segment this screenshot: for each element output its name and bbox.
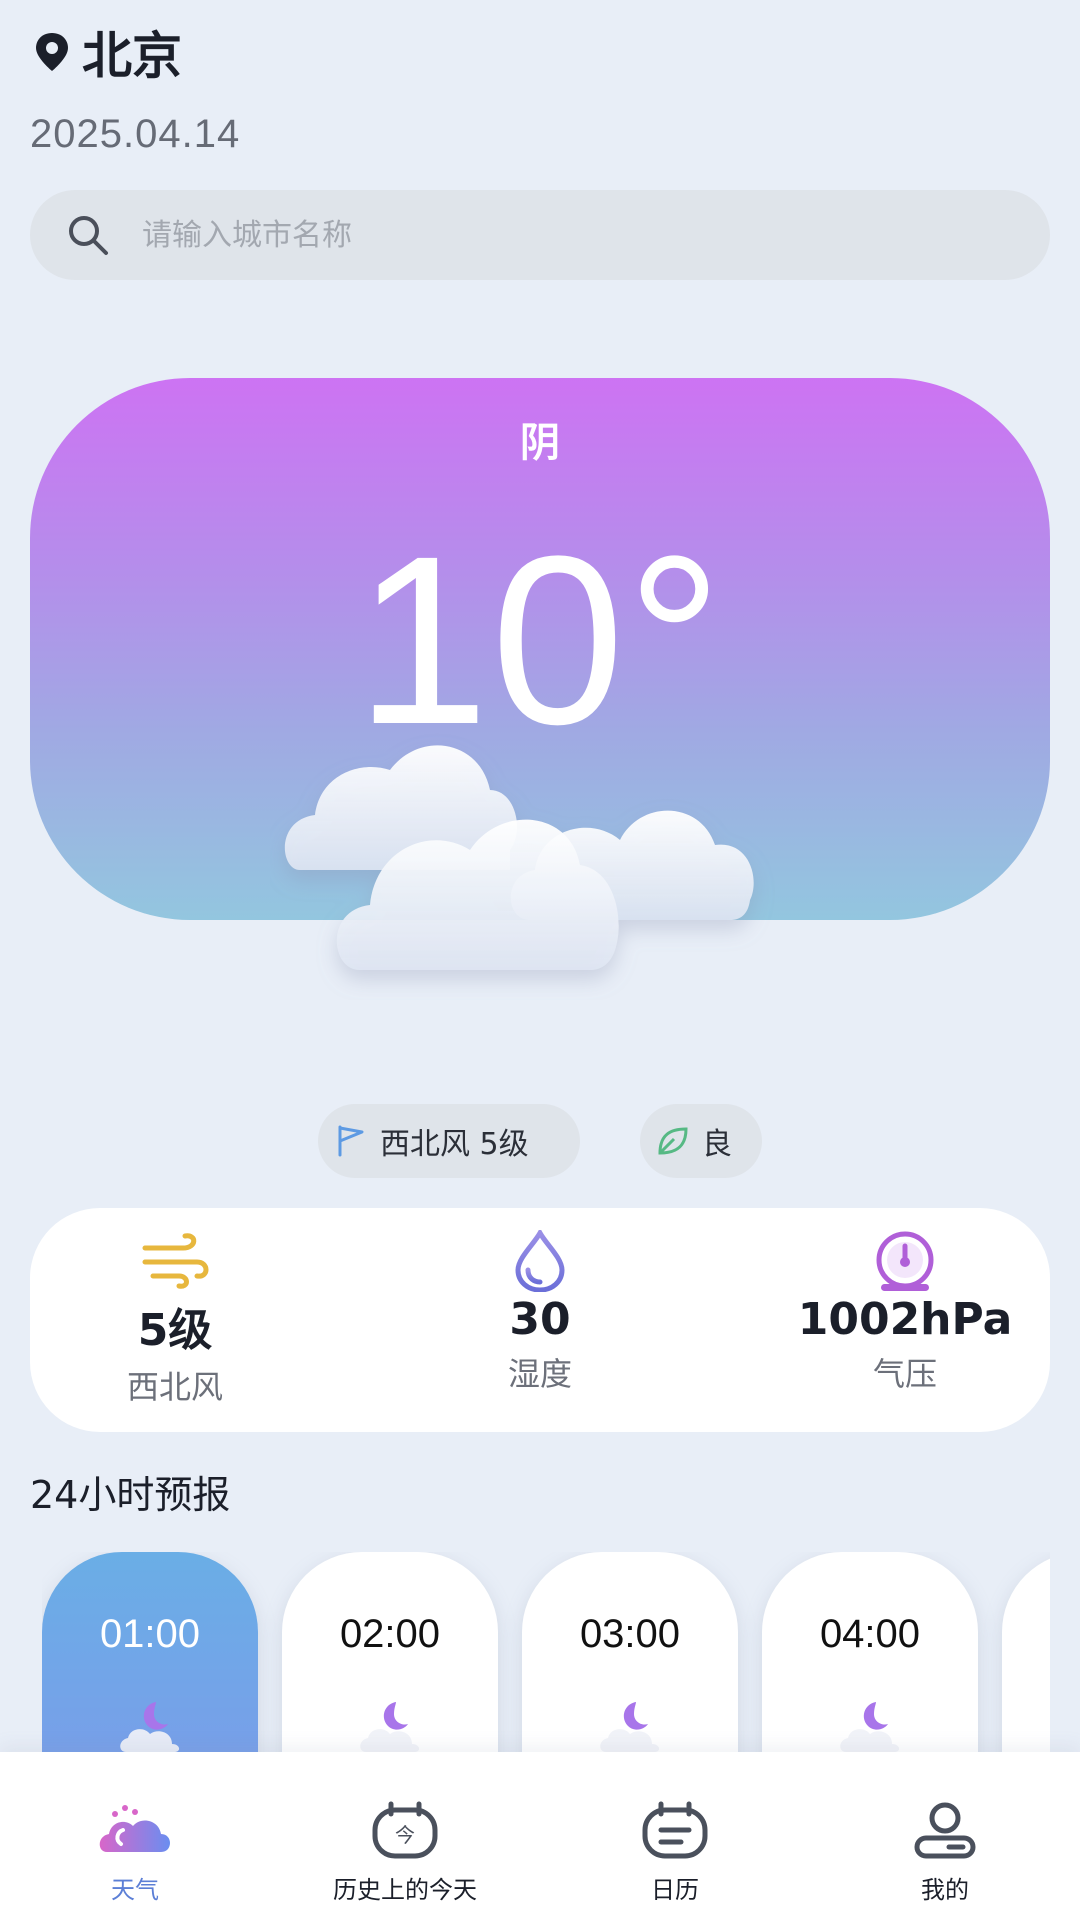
moon-cloud-icon [360, 1702, 420, 1752]
nav-profile-label: 我的 [921, 1876, 969, 1904]
stat-wind-label: 西北风 [126, 1368, 223, 1406]
nav-today-in-history[interactable]: 今 历史上的今天 [270, 1800, 540, 1910]
nav-calendar-label: 日历 [651, 1876, 699, 1904]
stat-wind-value: 5级 [137, 1305, 213, 1356]
wind-flag-icon [338, 1125, 364, 1157]
calendar-icon [642, 1801, 708, 1859]
nav-profile[interactable]: 我的 [810, 1800, 1080, 1910]
stat-humidity: 30 湿度 [370, 1230, 710, 1420]
profile-icon [914, 1802, 976, 1859]
wind-chip: 西北风 5级 [318, 1104, 580, 1178]
hour-time: 04:00 [819, 1612, 921, 1656]
leaf-icon [658, 1127, 688, 1155]
weather-icon [99, 1805, 170, 1852]
hour-time: 03:00 [579, 1612, 681, 1656]
stat-wind: 5级 西北风 [5, 1230, 345, 1420]
city-search-input[interactable] [140, 216, 944, 254]
hour-time: 02:00 [339, 1612, 441, 1656]
hourly-forecast-list[interactable]: 01:00 02:00 03:00 04:00 [42, 1552, 1050, 1752]
stat-pressure: 1002hPa 气压 [735, 1230, 1075, 1420]
hour-card-0400[interactable]: 04:00 [762, 1552, 978, 1752]
pressure-gauge-icon [876, 1231, 934, 1291]
stat-humidity-value: 30 [509, 1294, 571, 1345]
hour-card-0100[interactable]: 01:00 [42, 1552, 258, 1752]
nav-weather[interactable]: 天气 [0, 1800, 270, 1910]
moon-cloud-icon [840, 1702, 900, 1752]
current-date: 2025.04.14 [30, 112, 241, 156]
moon-cloud-icon [120, 1702, 180, 1752]
location-header[interactable]: 北京 [30, 20, 182, 85]
location-pin-icon [36, 33, 68, 71]
nav-weather-label: 天气 [111, 1876, 159, 1904]
stat-pressure-value: 1002hPa [797, 1294, 1013, 1345]
svg-text:今: 今 [395, 1823, 415, 1847]
weather-condition: 阴 [520, 420, 560, 466]
water-drop-icon [515, 1230, 565, 1292]
city-name: 北京 [82, 27, 182, 85]
stat-humidity-label: 湿度 [507, 1355, 572, 1393]
cloudy-icon [284, 745, 754, 970]
city-search-bar[interactable] [30, 190, 1050, 280]
search-icon [69, 216, 108, 255]
hour-card-0300[interactable]: 03:00 [522, 1552, 738, 1752]
hour-card-0200[interactable]: 02:00 [282, 1552, 498, 1752]
today-in-history-icon: 今 [372, 1801, 438, 1859]
stat-pressure-label: 气压 [872, 1355, 937, 1393]
nav-today-in-history-label: 历史上的今天 [333, 1876, 477, 1904]
nav-calendar[interactable]: 日历 [540, 1800, 810, 1910]
air-quality-chip: 良 [640, 1104, 762, 1178]
hour-time: 01:00 [99, 1612, 201, 1656]
wind-icon [142, 1233, 209, 1289]
wind-chip-label: 西北风 5级 [380, 1127, 529, 1162]
forecast-title: 24小时预报 [30, 1473, 231, 1517]
moon-cloud-icon [600, 1702, 660, 1752]
hour-card-next[interactable] [1002, 1552, 1050, 1752]
air-quality-label: 良 [702, 1127, 732, 1162]
